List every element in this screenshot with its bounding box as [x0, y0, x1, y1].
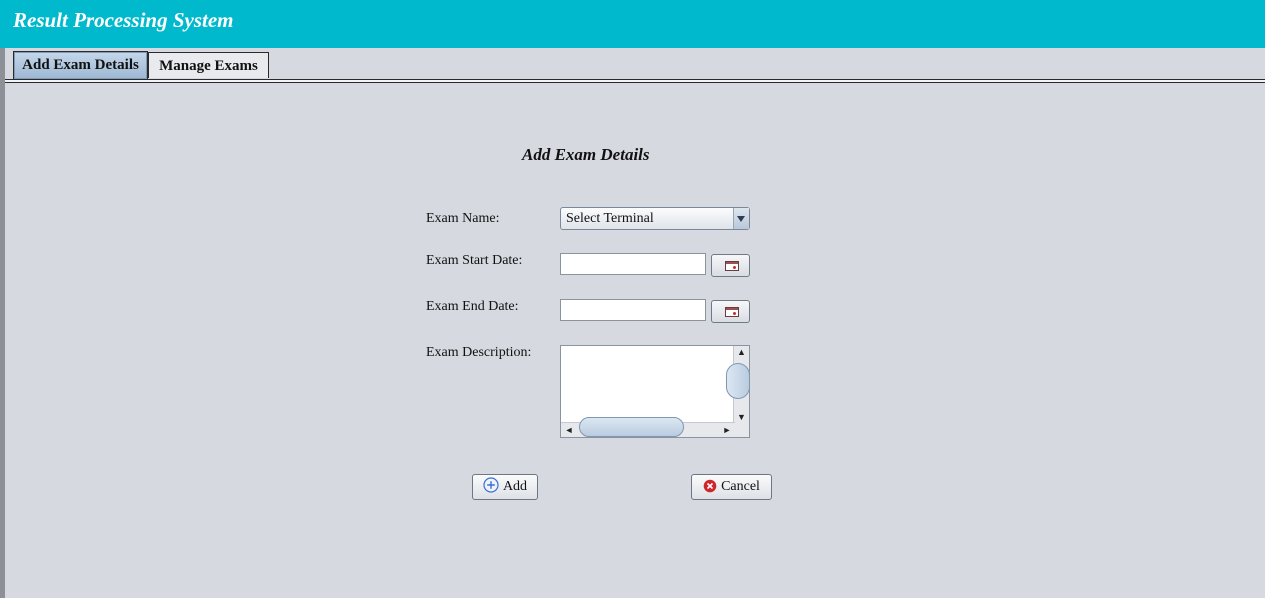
tab-divider	[5, 79, 1265, 83]
horizontal-scrollbar[interactable]: ◄ ►	[561, 417, 735, 437]
calendar-icon	[725, 307, 739, 317]
app-title: Result Processing System	[13, 8, 234, 32]
tab-add-exam-details[interactable]: Add Exam Details	[13, 51, 148, 79]
vertical-scroll-thumb[interactable]	[726, 363, 750, 399]
scrollbar-corner	[734, 423, 749, 437]
cancel-circle-icon	[703, 478, 717, 502]
add-button[interactable]: Add	[472, 474, 538, 500]
end-date-picker-button[interactable]	[711, 300, 750, 323]
vertical-scrollbar[interactable]: ▲ ▼	[726, 346, 750, 423]
calendar-icon	[725, 261, 739, 271]
exam-start-date-label: Exam Start Date:	[426, 253, 523, 268]
tab-bar: Add Exam Details Manage Exams	[5, 48, 1265, 84]
scroll-left-icon[interactable]: ◄	[563, 423, 575, 437]
exam-name-selected-value: Select Terminal	[566, 211, 654, 226]
form-title: Add Exam Details	[522, 145, 650, 164]
exam-description-textarea[interactable]	[561, 346, 735, 423]
exam-end-date-label: Exam End Date:	[426, 299, 519, 314]
exam-description-label: Exam Description:	[426, 345, 532, 360]
scroll-right-icon[interactable]: ►	[721, 423, 733, 437]
scroll-up-icon[interactable]: ▲	[734, 346, 749, 358]
add-button-label: Add	[502, 479, 528, 494]
left-border	[0, 48, 5, 598]
exam-name-label: Exam Name:	[426, 211, 500, 226]
cancel-button-label: Cancel	[721, 479, 760, 494]
exam-start-date-input[interactable]	[560, 253, 706, 275]
plus-circle-icon	[483, 477, 499, 502]
exam-name-select[interactable]: Select Terminal	[560, 207, 750, 230]
cancel-button[interactable]: Cancel	[691, 474, 772, 500]
exam-description-box: ▲ ▼ ◄ ►	[560, 345, 750, 438]
chevron-down-icon[interactable]	[733, 208, 749, 229]
start-date-picker-button[interactable]	[711, 254, 750, 277]
scroll-down-icon[interactable]: ▼	[734, 411, 749, 423]
tab-manage-exams[interactable]: Manage Exams	[148, 52, 269, 78]
app-header: Result Processing System	[0, 0, 1265, 48]
exam-end-date-input[interactable]	[560, 299, 706, 321]
horizontal-scroll-thumb[interactable]	[579, 417, 684, 437]
